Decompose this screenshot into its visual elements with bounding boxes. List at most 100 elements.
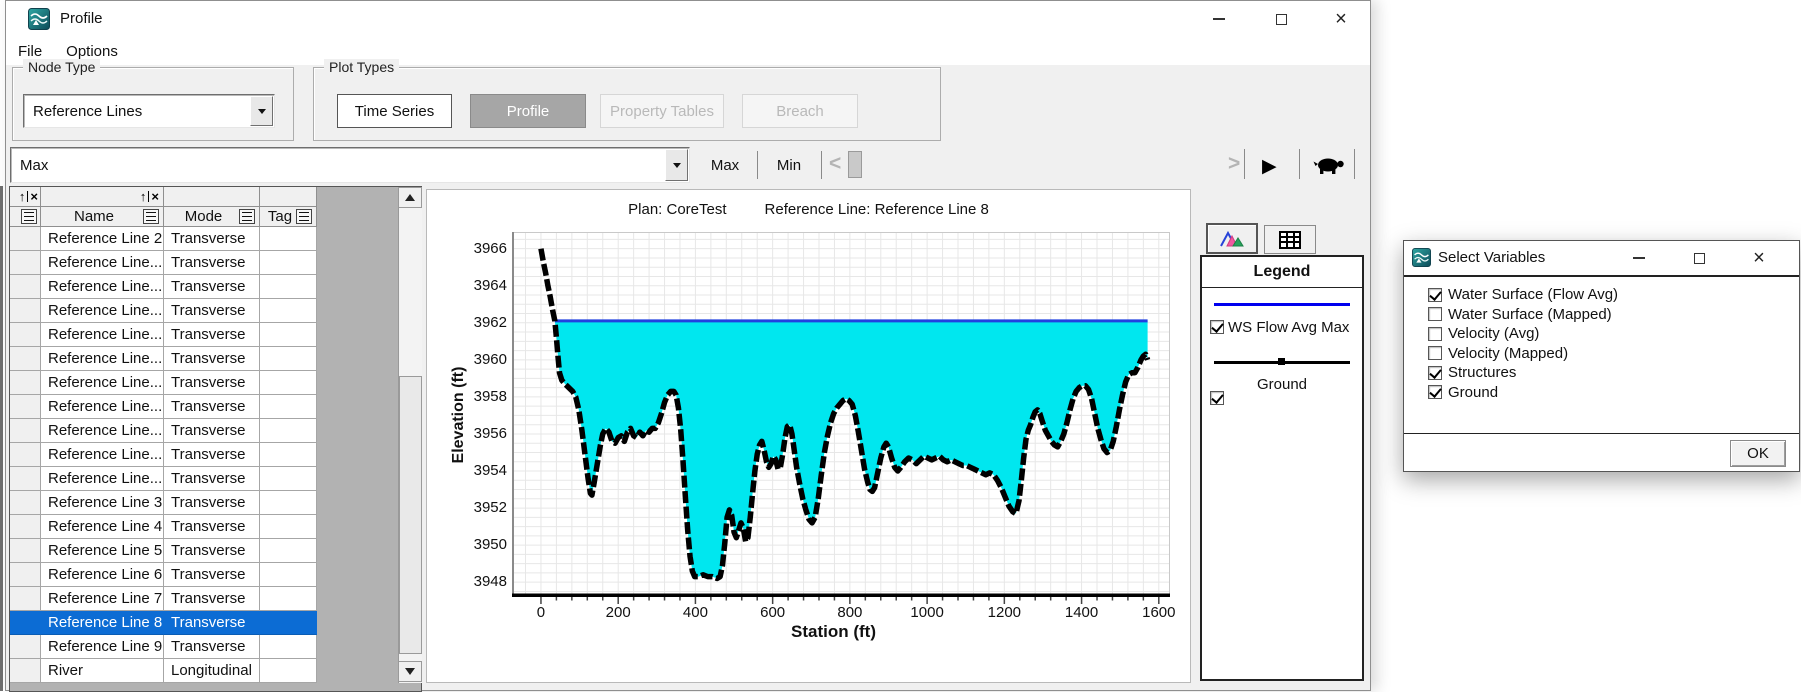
row-header-cell[interactable] [10,251,41,275]
table-row[interactable]: Reference Line 2Transverse [10,227,317,251]
table-cell[interactable]: Reference Line 7 [41,587,164,611]
table-cell[interactable]: Transverse [164,395,260,419]
chevron-right-icon[interactable]: > [1228,152,1240,176]
table-cell[interactable] [260,635,317,659]
table-cell[interactable]: Transverse [164,347,260,371]
table-cell[interactable]: Reference Line... [41,443,164,467]
table-cell[interactable] [260,611,317,635]
row-header-cell[interactable] [10,371,41,395]
table-cell[interactable] [260,419,317,443]
table-cell[interactable]: Reference Line 3 [41,491,164,515]
table-row[interactable]: Reference Line 4Transverse [10,515,317,539]
table-cell[interactable] [260,467,317,491]
table-cell[interactable]: Transverse [164,491,260,515]
variable-checkbox[interactable] [1428,307,1442,321]
table-cell[interactable] [260,515,317,539]
table-row[interactable]: Reference Line...Transverse [10,251,317,275]
row-header-menu[interactable] [10,207,41,227]
chevron-left-icon[interactable]: < [829,152,841,176]
table-row[interactable]: Reference Line 5Transverse [10,539,317,563]
table-cell[interactable]: Reference Line... [41,419,164,443]
table-cell[interactable] [260,491,317,515]
table-cell[interactable] [260,275,317,299]
play-animation-button[interactable]: ▶ [1262,155,1277,178]
table-cell[interactable] [260,227,317,251]
table-cell[interactable]: Reference Line 4 [41,515,164,539]
table-cell[interactable]: Transverse [164,323,260,347]
menu-file[interactable]: File [18,43,42,60]
table-cell[interactable] [260,443,317,467]
table-row[interactable]: Reference Line 9Transverse [10,635,317,659]
close-button[interactable]: × [1318,1,1364,37]
ok-button[interactable]: OK [1730,440,1786,467]
tab-plot-view[interactable] [1206,223,1258,254]
table-cell[interactable] [260,371,317,395]
table-cell[interactable]: Reference Line... [41,299,164,323]
row-header-cell[interactable] [10,419,41,443]
profile-dropdown-button[interactable] [665,149,688,181]
row-header-cell[interactable] [10,467,41,491]
table-cell[interactable] [260,251,317,275]
variable-checkbox[interactable] [1428,346,1442,360]
table-cell[interactable]: Transverse [164,371,260,395]
table-cell[interactable]: Reference Line... [41,371,164,395]
table-cell[interactable] [260,347,317,371]
table-cell[interactable]: Reference Line... [41,467,164,491]
table-cell[interactable]: Transverse [164,635,260,659]
table-cell[interactable] [260,563,317,587]
row-header-cell[interactable] [10,635,41,659]
animation-speed-turtle-icon[interactable] [1311,154,1349,178]
table-cell[interactable] [260,299,317,323]
scroll-down-button[interactable] [398,661,422,682]
row-header-cell[interactable] [10,395,41,419]
table-cell[interactable]: River [41,659,164,683]
table-cell[interactable]: Reference Line... [41,395,164,419]
column-header-tag[interactable]: Tag [260,207,317,227]
table-row[interactable]: Reference Line...Transverse [10,371,317,395]
legend-checkbox-ws[interactable] [1210,320,1224,334]
table-cell[interactable] [260,395,317,419]
table-row[interactable]: Reference Line...Transverse [10,299,317,323]
row-header-cell[interactable] [10,539,41,563]
table-cell[interactable] [260,659,317,683]
table-row[interactable]: Reference Line...Transverse [10,467,317,491]
table-corner-header[interactable]: ↑× [10,187,41,207]
row-header-cell[interactable] [10,227,41,251]
plot-type-profile[interactable]: Profile [470,94,586,128]
table-cell[interactable]: Transverse [164,467,260,491]
table-cell[interactable]: Transverse [164,443,260,467]
table-cell[interactable]: Reference Line... [41,275,164,299]
table-cell[interactable]: Reference Line 9 [41,635,164,659]
table-cell[interactable]: Longitudinal [164,659,260,683]
table-cell[interactable]: Reference Line 5 [41,539,164,563]
table-cell[interactable]: Transverse [164,275,260,299]
node-type-dropdown-button[interactable] [250,96,273,126]
table-row[interactable]: RiverLongitudinal [10,659,317,683]
table-cell[interactable]: Reference Line 6 [41,563,164,587]
table-cell[interactable]: Transverse [164,563,260,587]
table-cell[interactable]: Reference Line... [41,347,164,371]
table-cell[interactable]: Reference Line... [41,251,164,275]
dialog-maximize-button[interactable] [1679,241,1719,275]
row-header-cell[interactable] [10,299,41,323]
row-header-cell[interactable] [10,347,41,371]
row-header-cell[interactable] [10,563,41,587]
scroll-up-button[interactable] [398,187,422,208]
table-cell[interactable]: Transverse [164,251,260,275]
table-cell[interactable]: Reference Line 2 [41,227,164,251]
table-row[interactable]: Reference Line 7Transverse [10,587,317,611]
table-row[interactable]: Reference Line 3Transverse [10,491,317,515]
variable-checkbox[interactable] [1428,327,1442,341]
variable-checkbox[interactable] [1428,288,1442,302]
row-header-cell[interactable] [10,587,41,611]
menu-options[interactable]: Options [66,43,118,60]
plot-type-time-series[interactable]: Time Series [337,94,452,128]
table-cell[interactable] [260,323,317,347]
node-type-combobox[interactable]: Reference Lines [23,94,275,128]
table-row[interactable]: Reference Line...Transverse [10,395,317,419]
row-header-cell[interactable] [10,659,41,683]
table-row[interactable]: Reference Line 8Transverse [10,611,317,635]
table-row[interactable]: Reference Line...Transverse [10,443,317,467]
table-cell[interactable]: Transverse [164,299,260,323]
dialog-close-button[interactable]: × [1739,241,1779,275]
